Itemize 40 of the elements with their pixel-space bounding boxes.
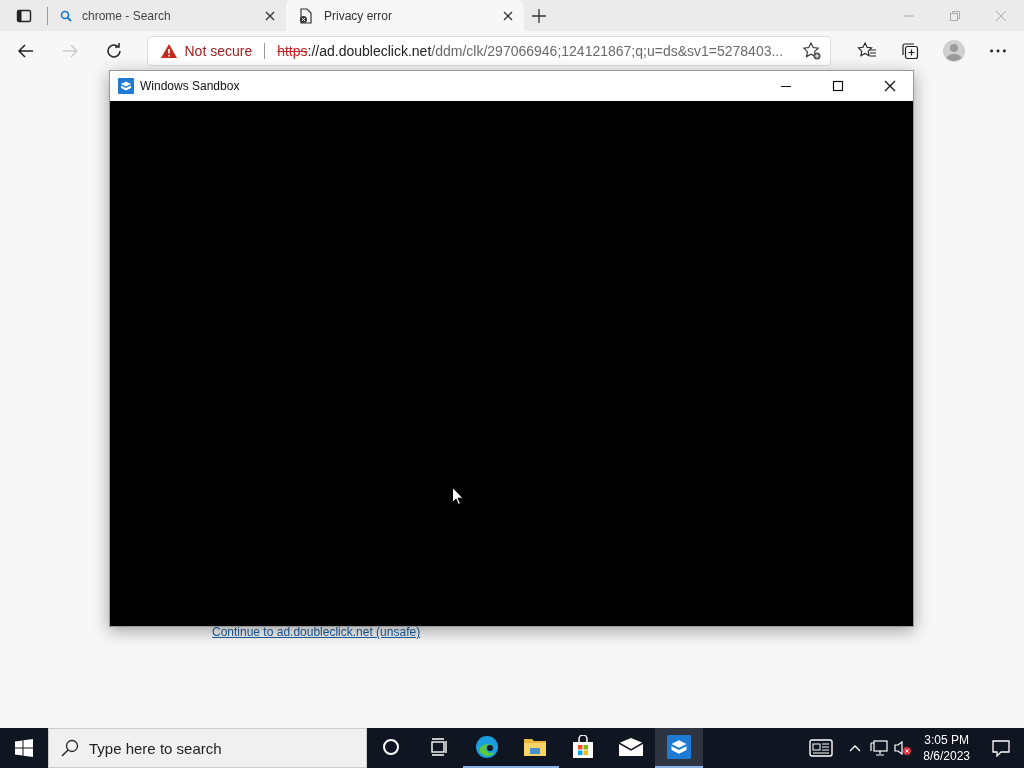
url-text: https://ad.doubleclick.net/ddm/clk/297066946;124121867;q;u=ds&sv1=5278403... bbox=[277, 42, 785, 59]
browser-tab[interactable]: Privacy error bbox=[286, 0, 524, 31]
taskbar-app-button[interactable] bbox=[655, 728, 703, 768]
store-icon bbox=[572, 735, 594, 759]
search-icon bbox=[61, 739, 79, 757]
collections-icon bbox=[900, 40, 921, 61]
continue-link[interactable]: Continue to ad.doubleclick.net (unsafe) bbox=[212, 625, 421, 639]
security-label[interactable]: Not secure bbox=[184, 42, 253, 59]
document-error-icon bbox=[298, 7, 314, 24]
back-arrow-icon bbox=[16, 41, 35, 60]
more-icon bbox=[990, 48, 1007, 53]
task-view-icon bbox=[430, 738, 448, 756]
chevron-up-icon bbox=[849, 744, 862, 752]
warning-icon bbox=[160, 42, 179, 59]
maximize-icon bbox=[832, 80, 844, 92]
browser-tab[interactable]: chrome - Search bbox=[48, 0, 286, 31]
clock-button[interactable]: 3:05 PM 8/6/2023 bbox=[915, 728, 978, 768]
speech-bubble-icon bbox=[992, 739, 1010, 757]
cursor-icon bbox=[452, 487, 464, 505]
close-icon bbox=[884, 80, 896, 92]
close-icon bbox=[995, 9, 1007, 22]
tabs-icon bbox=[15, 7, 32, 24]
search-icon bbox=[60, 9, 72, 22]
folder-icon bbox=[523, 737, 547, 757]
circle-icon bbox=[382, 738, 400, 756]
mail-icon bbox=[618, 737, 644, 757]
news-icon bbox=[809, 739, 836, 757]
refresh-icon bbox=[104, 41, 123, 60]
address-bar[interactable]: Not secure https://ad.doubleclick.net/ddm/clk/297066946;124121867;q;u=ds&sv1=5278403... bbox=[147, 35, 831, 66]
sandbox-icon bbox=[118, 78, 134, 94]
edge-icon bbox=[475, 735, 499, 759]
window-title: Windows Sandbox bbox=[140, 79, 240, 93]
sandbox-icon bbox=[667, 735, 691, 759]
windows-logo-icon bbox=[15, 739, 33, 757]
search-field[interactable]: Type here to search bbox=[48, 728, 367, 768]
avatar-icon bbox=[942, 38, 967, 63]
add-favorite-icon[interactable] bbox=[801, 40, 822, 61]
forward-arrow-icon bbox=[60, 41, 79, 60]
plus-icon bbox=[531, 7, 547, 24]
restore-icon bbox=[949, 9, 961, 22]
